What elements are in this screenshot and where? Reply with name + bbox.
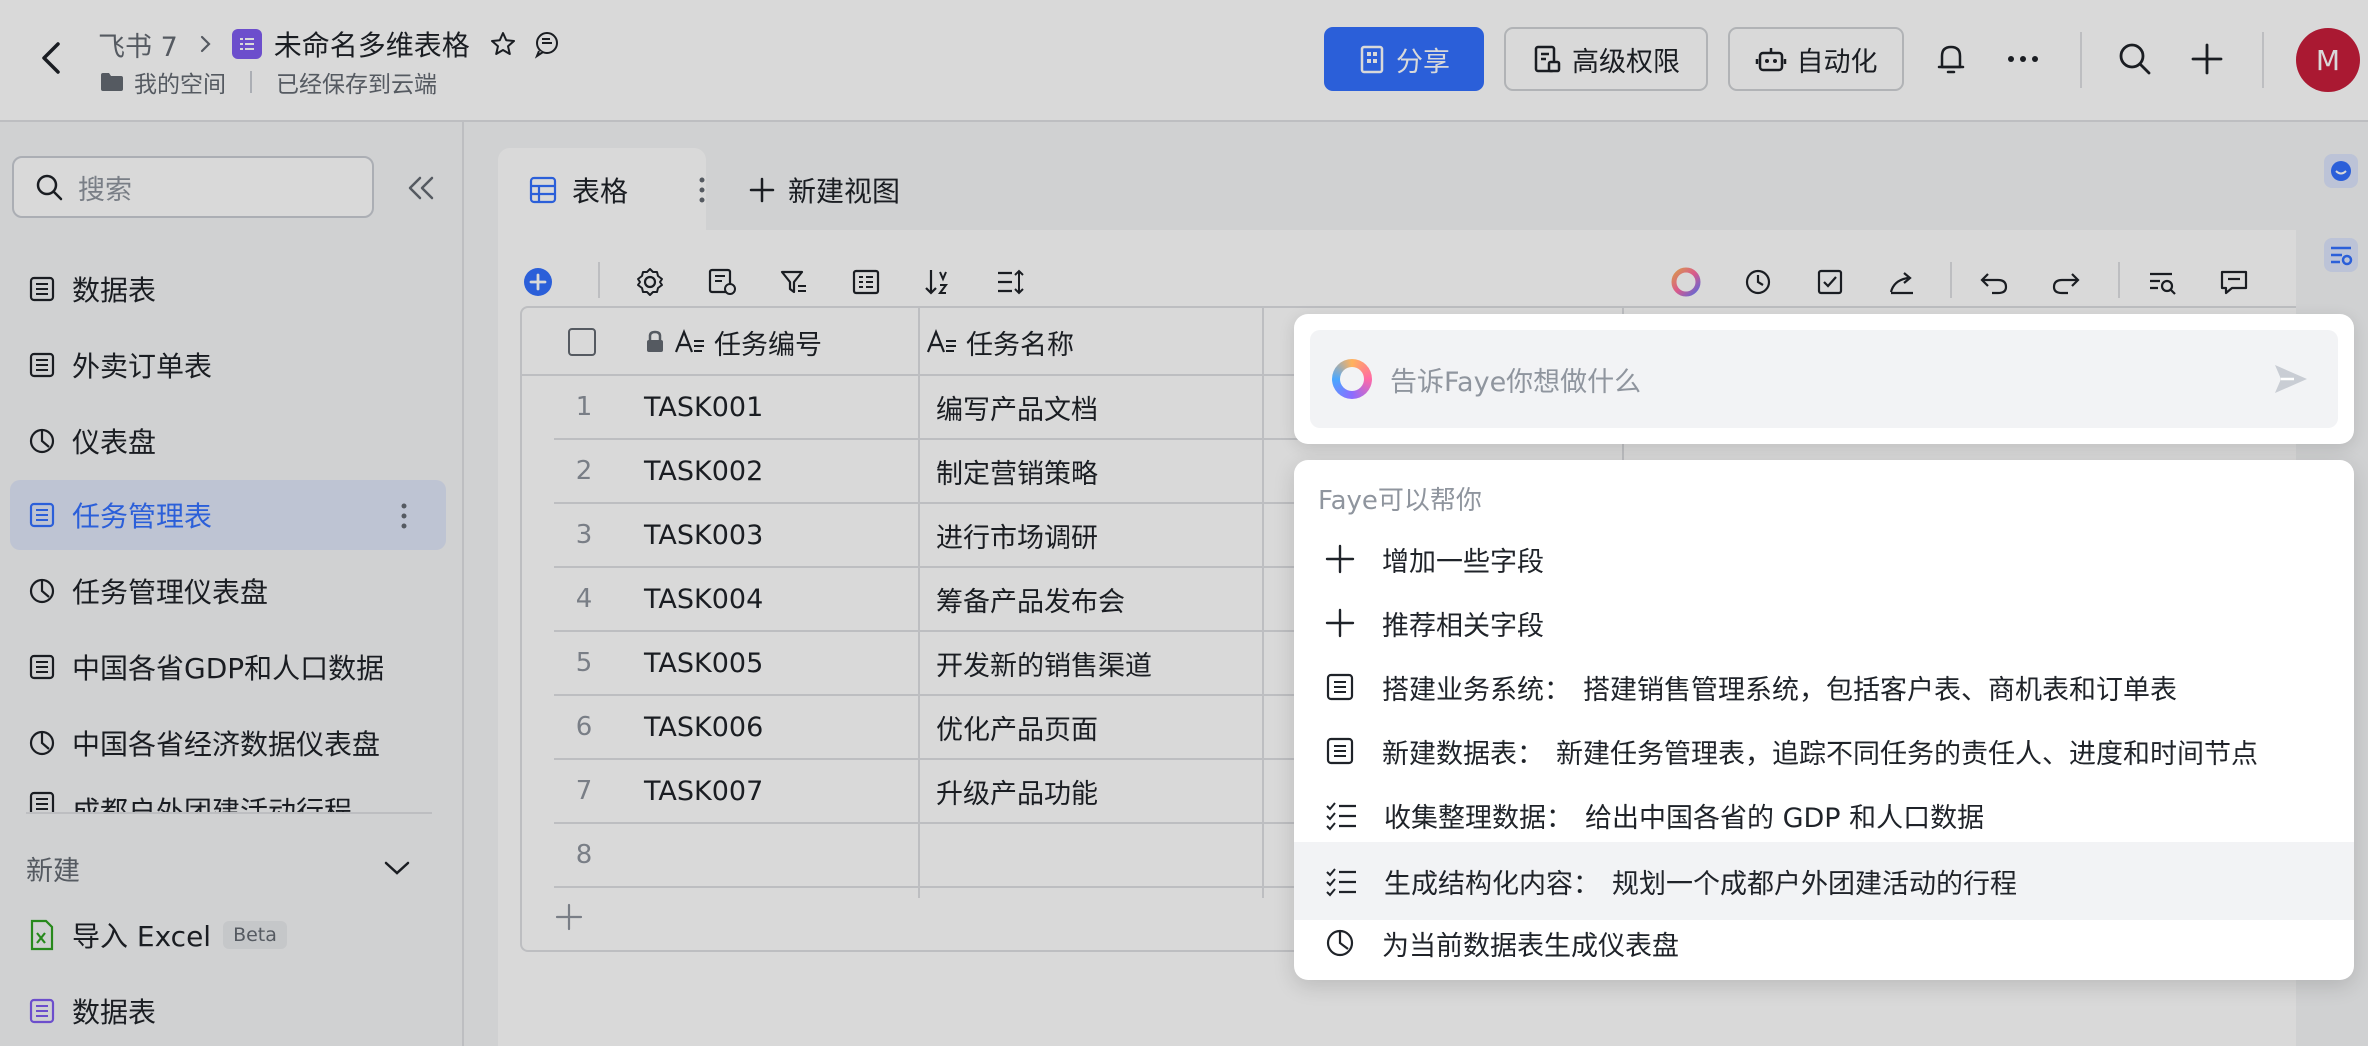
faye-suggestion-panel: Faye可以帮你 增加一些字段 推荐相关字段 搭建业务系统： 搭建销售管理系统，… (1294, 460, 2354, 980)
suggestion-label: 搭建业务系统： (1382, 674, 1571, 706)
suggestion-label: 生成结构化内容： (1384, 868, 1600, 900)
faye-panel-title: Faye可以帮你 (1318, 486, 1482, 516)
faye-prompt-placeholder: 告诉Faye你想做什么 (1390, 366, 1642, 398)
faye-prompt-box: 告诉Faye你想做什么 (1294, 314, 2354, 444)
suggestion-label: 增加一些字段 (1382, 546, 1544, 578)
dashboard-icon (1326, 929, 1354, 957)
send-icon[interactable] (2272, 360, 2310, 398)
suggestion-desc: 规划一个成都户外团建活动的行程 (1612, 868, 2017, 900)
plus-icon (1325, 608, 1355, 638)
suggestion-desc: 给出中国各省的 GDP 和人口数据 (1585, 802, 1985, 834)
suggestion-label: 为当前数据表生成仪表盘 (1382, 930, 1679, 962)
table-icon (1326, 737, 1354, 765)
faye-prompt-input[interactable]: 告诉Faye你想做什么 (1310, 330, 2338, 428)
suggestion-label: 新建数据表： (1382, 738, 1544, 770)
suggestion-desc: 新建任务管理表，追踪不同任务的责任人、进度和时间节点 (1556, 738, 2258, 770)
faye-logo-icon (1332, 359, 1372, 399)
suggestion-generate-dashboard[interactable]: 为当前数据表生成仪表盘 (1294, 904, 2354, 980)
table-icon (1326, 673, 1354, 701)
suggestion-label: 收集整理数据： (1384, 802, 1573, 834)
checklist-icon (1326, 802, 1356, 831)
checklist-icon (1326, 868, 1356, 897)
suggestion-desc: 搭建销售管理系统，包括客户表、商机表和订单表 (1583, 674, 2177, 706)
plus-icon (1325, 544, 1355, 574)
app-root: 飞书 7 未命名多维表格 我的空间 已经保存到云端 分享 高级权限 自动化 M … (0, 0, 2368, 1046)
suggestion-label: 推荐相关字段 (1382, 610, 1544, 642)
